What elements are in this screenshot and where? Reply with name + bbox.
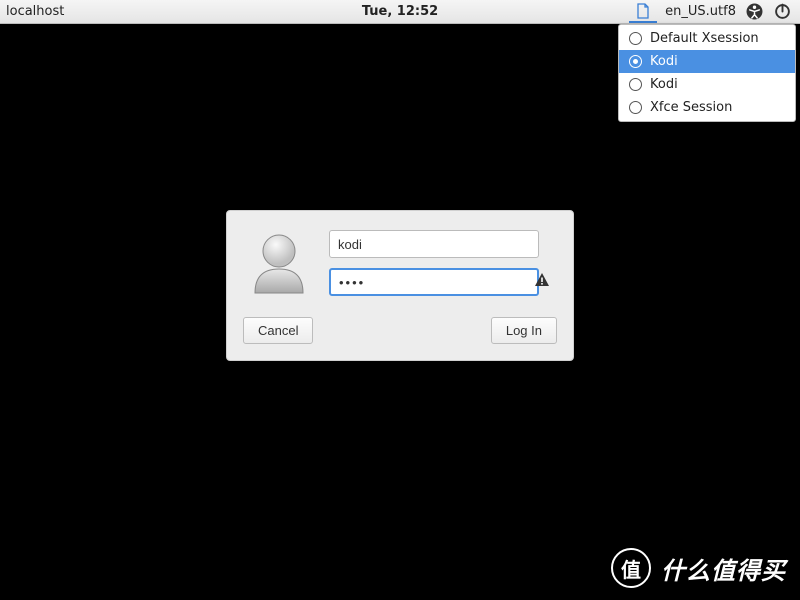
session-item-kodi[interactable]: Kodi [619,50,795,73]
panel-right: en_US.utf8 [629,1,800,23]
watermark-badge-char: 值 [621,554,641,583]
session-item-label: Default Xsession [650,31,759,46]
radio-icon [629,78,642,91]
session-item-xfce-session[interactable]: Xfce Session [619,96,795,119]
session-item-kodi-2[interactable]: Kodi [619,73,795,96]
locale-label: en_US.utf8 [665,4,736,19]
avatar [243,227,315,299]
username-input[interactable] [329,230,539,258]
watermark: 值 什么值得买 [611,548,786,588]
user-icon [243,227,315,299]
password-field-wrap [329,268,557,296]
caps-lock-warning-icon [534,272,550,292]
session-item-default-xsession[interactable]: Default Xsession [619,27,795,50]
document-icon [635,3,651,19]
radio-icon [629,101,642,114]
login-dialog: Cancel Log In [226,210,574,361]
accessibility-button[interactable] [744,2,764,22]
power-button[interactable] [772,2,792,22]
username-field-wrap [329,230,557,258]
radio-icon [629,55,642,68]
watermark-badge: 值 [611,548,651,588]
session-item-label: Xfce Session [650,100,732,115]
radio-icon [629,32,642,45]
session-menu: Default Xsession Kodi Kodi Xfce Session [618,24,796,122]
clock-label: Tue, 12:52 [362,4,438,19]
power-icon [774,3,791,20]
accessibility-icon [746,3,763,20]
cancel-button[interactable]: Cancel [243,317,313,344]
session-selector-button[interactable] [629,1,657,23]
password-input[interactable] [329,268,539,296]
session-item-label: Kodi [650,77,678,92]
top-panel: localhost Tue, 12:52 en_US.utf8 [0,0,800,24]
session-item-label: Kodi [650,54,678,69]
login-button[interactable]: Log In [491,317,557,344]
hostname-label: localhost [0,4,64,19]
watermark-text: 什么值得买 [661,551,786,586]
